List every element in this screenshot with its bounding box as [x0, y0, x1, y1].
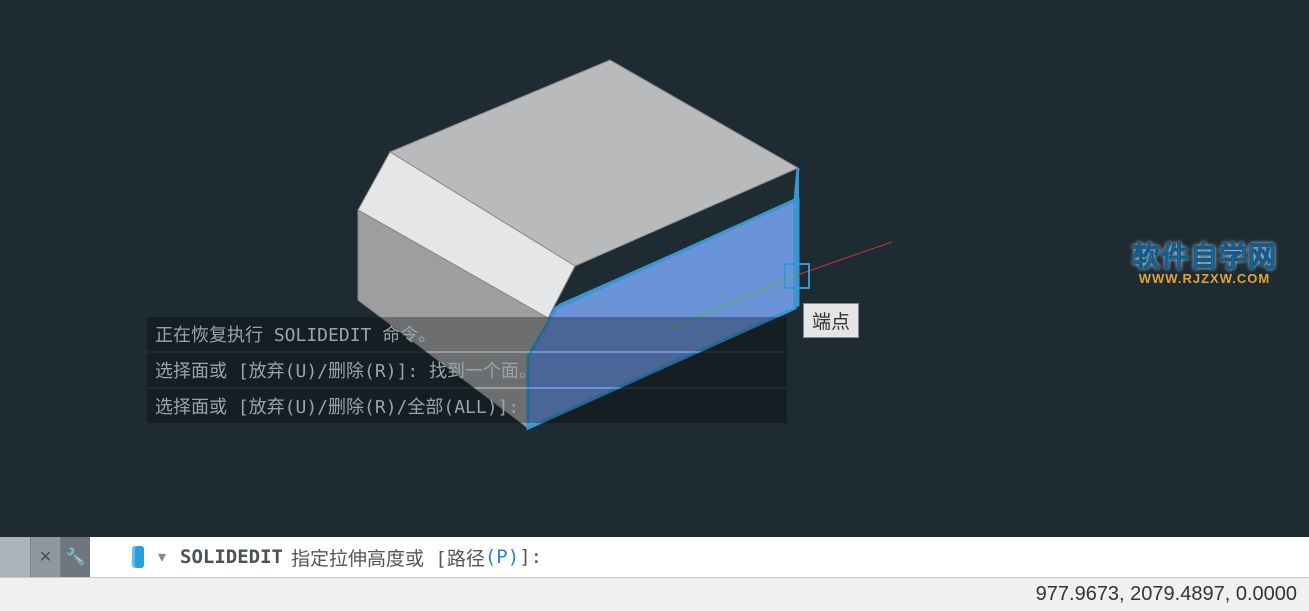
close-command-button[interactable]: ✕ — [30, 537, 60, 577]
command-recent-dropdown[interactable]: ▾ — [150, 537, 174, 577]
command-prompt-icon — [122, 537, 150, 577]
status-bar: 977.9673, 2079.4897, 0.0000 — [0, 577, 1309, 611]
history-line-1: 正在恢复执行 SOLIDEDIT 命令。 — [147, 317, 787, 351]
viewport-3d[interactable]: 端点 软件自学网 WWW.RJZXW.COM 正在恢复执行 SOLIDEDIT … — [0, 0, 1309, 518]
cursor-coordinates: 977.9673, 2079.4897, 0.0000 — [1036, 583, 1297, 606]
watermark: 软件自学网 WWW.RJZXW.COM — [1132, 235, 1277, 286]
history-line-2: 选择面或 [放弃(U)/删除(R)]: 找到一个面。 — [147, 353, 787, 387]
command-path-hotkey: (P) — [485, 546, 519, 568]
chevron-down-icon: ▾ — [158, 547, 166, 567]
command-path-label: 路径 — [447, 544, 485, 571]
cursor-crosshair — [784, 263, 810, 289]
watermark-sub: WWW.RJZXW.COM — [1132, 271, 1277, 286]
snap-tooltip: 端点 — [803, 303, 859, 338]
settings-command-button[interactable]: 🔧 — [60, 537, 90, 577]
command-input[interactable]: SOLIDEDIT 指定拉伸高度或 [ 路径 (P) ]: — [174, 537, 1309, 577]
command-name: SOLIDEDIT — [180, 546, 283, 568]
command-bar-spacer — [90, 537, 122, 577]
command-prompt-prefix: 指定拉伸高度或 [ — [291, 544, 447, 571]
watermark-main: 软件自学网 — [1132, 235, 1277, 275]
wrench-icon: 🔧 — [66, 547, 86, 567]
cursor-icon — [129, 544, 147, 570]
close-icon: ✕ — [39, 547, 52, 567]
snap-tooltip-label: 端点 — [812, 312, 850, 333]
solid-model[interactable] — [0, 0, 1309, 518]
command-prompt-suffix: ]: — [519, 546, 542, 568]
command-bar: ✕ 🔧 ▾ SOLIDEDIT 指定拉伸高度或 [ 路径 (P) ]: — [0, 537, 1309, 577]
command-bar-drag-handle[interactable] — [0, 537, 30, 577]
history-line-3: 选择面或 [放弃(U)/删除(R)/全部(ALL)]: — [147, 389, 787, 423]
command-history-log: 正在恢复执行 SOLIDEDIT 命令。 选择面或 [放弃(U)/删除(R)]:… — [147, 317, 787, 425]
